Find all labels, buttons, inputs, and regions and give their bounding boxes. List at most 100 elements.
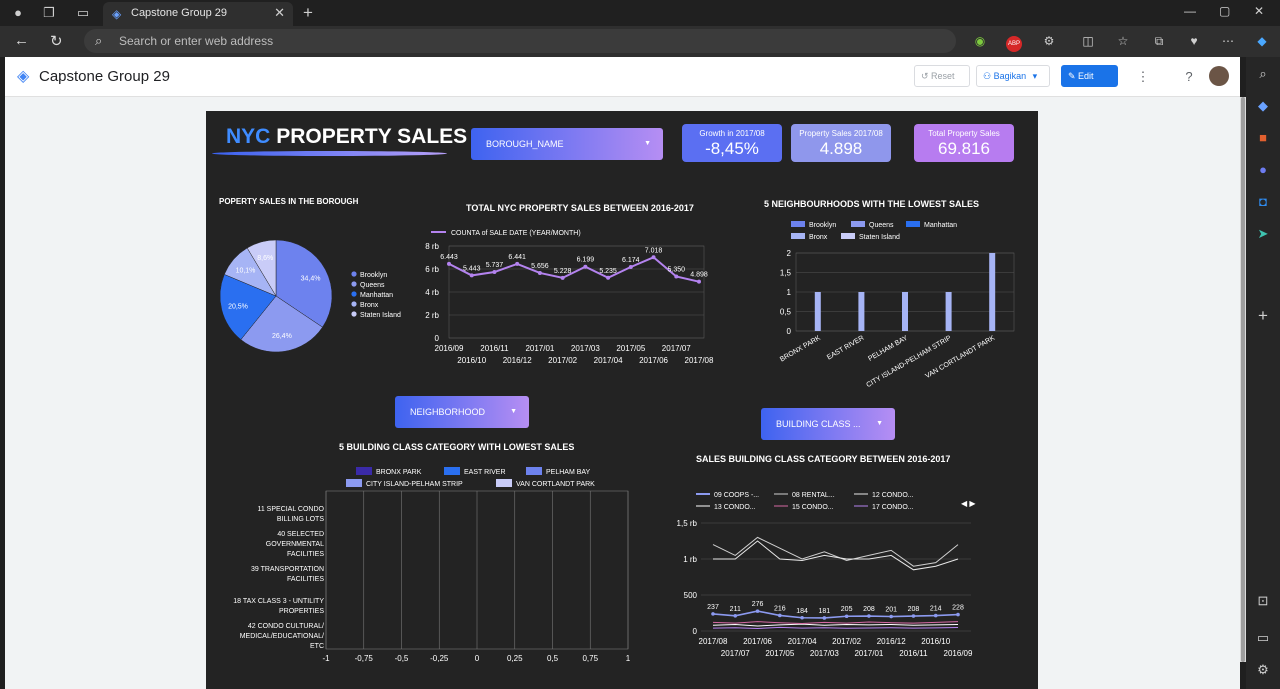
data-point	[628, 264, 633, 269]
y-tick-label: 40 SELECTED GOVERNMENTAL FACILITIES	[266, 531, 325, 558]
x-tick-label: CITY ISLAND-PELHAM STRIP	[865, 335, 953, 390]
x-tick-label: 2017/03	[810, 649, 839, 658]
tab-actions-icon[interactable]: ▭	[74, 4, 92, 22]
neighbourhood-bar-chart[interactable]: Brooklyn Queens Manhattan Bronx Staten Islan…	[766, 216, 1026, 396]
adblock-icon[interactable]: ABP	[1005, 33, 1023, 52]
favorites-icon[interactable]: ☆	[1114, 33, 1132, 49]
sidebar-tools-icon[interactable]: ■	[1254, 129, 1272, 147]
data-point	[469, 273, 474, 278]
more-options-icon[interactable]: ⋮	[1133, 67, 1153, 87]
legend-swatch	[351, 301, 357, 307]
refresh-icon[interactable]: ↻	[50, 32, 63, 50]
legend-label: 09 COOPS -...	[714, 492, 759, 499]
share-button[interactable]: ⚇ Bagikan ▾	[976, 65, 1050, 87]
total-sales-line-chart[interactable]: COUNTA of SALE DATE (YEAR/MONTH) 0 2 rb 4 r…	[425, 221, 726, 371]
close-tab-icon[interactable]: ✕	[274, 5, 285, 21]
new-tab-icon[interactable]: +	[299, 4, 317, 22]
data-point	[911, 614, 916, 618]
data-point	[606, 275, 611, 280]
data-point	[889, 614, 893, 619]
series-line	[712, 623, 959, 627]
data-label: 205	[841, 606, 853, 613]
x-tick-label: -1	[322, 654, 330, 663]
help-icon[interactable]: ?	[1179, 67, 1199, 87]
building-class-line-chart[interactable]: 09 COOPS -... 08 RENTAL... 12 CONDO... 13 C…	[676, 481, 996, 681]
neighborhood-filter-label: NEIGHBORHOOD	[410, 407, 486, 417]
sidebar-games-icon[interactable]: ●	[1254, 161, 1272, 179]
extensions-icon[interactable]: ⚙	[1040, 33, 1058, 49]
more-menu-icon[interactable]: ⋯	[1219, 33, 1237, 49]
sidebar-outlook-icon[interactable]: ◘	[1254, 193, 1272, 211]
series-line	[713, 540, 959, 571]
building-class-bar-chart[interactable]: BRONX PARK EAST RIVER PELHAM BAY CITY ISLAN…	[206, 461, 646, 671]
workspaces-icon[interactable]: ❐	[40, 4, 58, 22]
neighborhood-filter[interactable]: NEIGHBORHOOD ▼	[395, 396, 529, 428]
building-class-filter[interactable]: BUILDING CLASS ... ▼	[761, 408, 895, 440]
legend-swatch	[351, 311, 357, 317]
minimize-icon[interactable]: —	[1184, 4, 1196, 18]
line-title: TOTAL NYC PROPERTY SALES BETWEEN 2016-20…	[466, 203, 694, 213]
maximize-icon[interactable]: ▢	[1219, 4, 1230, 18]
y-tick-label: 18 TAX CLASS 3 - UNTILITY PROPERTIES	[233, 598, 324, 615]
avatar[interactable]	[1209, 66, 1229, 86]
scrollbar[interactable]	[1240, 97, 1246, 662]
bar	[945, 292, 952, 331]
data-label: 214	[930, 606, 942, 613]
x-tick-label: 2016/09	[944, 649, 973, 658]
y-tick-label: 1	[787, 288, 792, 297]
collections-icon[interactable]: ⧉	[1150, 33, 1168, 49]
legend-swatch	[791, 233, 805, 239]
extension-globe-icon[interactable]: ◉	[971, 33, 989, 49]
bar	[814, 292, 821, 331]
y-tick-label: 39 TRANSPORTATION FACILITIES	[251, 566, 324, 583]
split-screen-icon[interactable]: ◫	[1079, 33, 1097, 49]
legend-label: Staten Island	[360, 312, 401, 319]
legend-swatch	[351, 281, 357, 287]
borough-pie-chart[interactable]: 34,4% 26,4% 20,5% 10,1%8,6% Brooklyn Queens Ma…	[206, 211, 426, 371]
browser-tab-active[interactable]: ◈ Capstone Group 29 ✕	[103, 2, 293, 26]
sidebar-settings-icon[interactable]: ⚙	[1254, 661, 1272, 679]
data-label: 5.228	[554, 268, 572, 275]
data-point	[733, 614, 738, 618]
performance-icon[interactable]: ♥	[1185, 33, 1203, 49]
address-input[interactable]: Search or enter web address	[119, 34, 273, 48]
x-tick-label: 2016/10	[457, 356, 486, 365]
reset-button[interactable]: ↺ Reset	[914, 65, 970, 87]
x-tick-label: EAST RIVER	[826, 335, 865, 362]
tab-title: Capstone Group 29	[131, 7, 228, 19]
data-point	[674, 274, 679, 279]
y-tick-label: 42 CONDO CULTURAL/MEDICAL/EDUCATIONAL/ET…	[240, 623, 324, 650]
kpi-value: 4.898	[819, 139, 863, 158]
chevron-down-icon: ▼	[510, 408, 517, 415]
back-icon[interactable]: ←	[14, 32, 29, 49]
legend-label: Brooklyn	[360, 272, 387, 279]
x-tick-label: 2016/12	[877, 637, 906, 646]
data-label: 208	[908, 606, 920, 613]
address-bar[interactable]: ⌕ Search or enter web address	[84, 29, 956, 53]
pie-slice-label: 8,6%	[257, 255, 273, 262]
window-close-icon[interactable]: ✕	[1254, 4, 1264, 18]
sidebar-tag-icon[interactable]: ◆	[1254, 97, 1272, 115]
legend-label: BRONX PARK	[376, 469, 422, 476]
y-tick-label: 1,5	[780, 269, 792, 278]
x-tick-label: 2017/02	[832, 637, 861, 646]
series-line	[712, 621, 959, 624]
borough-filter[interactable]: BOROUGH_NAME ▼	[471, 128, 663, 160]
x-tick-label: 0,5	[547, 654, 559, 663]
data-label: 5.656	[531, 263, 549, 270]
x-tick-label: PELHAM BAY	[867, 335, 909, 363]
sidebar-search-icon[interactable]: ⌕	[1254, 65, 1272, 83]
data-label: 5.235	[599, 268, 617, 275]
data-label: 211	[730, 606, 741, 613]
profile-icon[interactable]: ●	[9, 4, 27, 22]
series-line	[448, 256, 700, 283]
x-tick-label: 2017/06	[743, 637, 772, 646]
sidebar-send-icon[interactable]: ➤	[1254, 225, 1272, 243]
sidebar-add-icon[interactable]: +	[1254, 307, 1272, 325]
x-tick-label: 2017/04	[594, 356, 623, 365]
copilot-icon[interactable]: ◆	[1253, 33, 1271, 49]
edit-button[interactable]: ✎ Edit	[1061, 65, 1118, 87]
legend-swatch	[346, 479, 362, 487]
sidebar-screenshot-icon[interactable]: ⊡	[1254, 592, 1272, 610]
sidebar-panel-icon[interactable]: ▭	[1254, 629, 1272, 647]
